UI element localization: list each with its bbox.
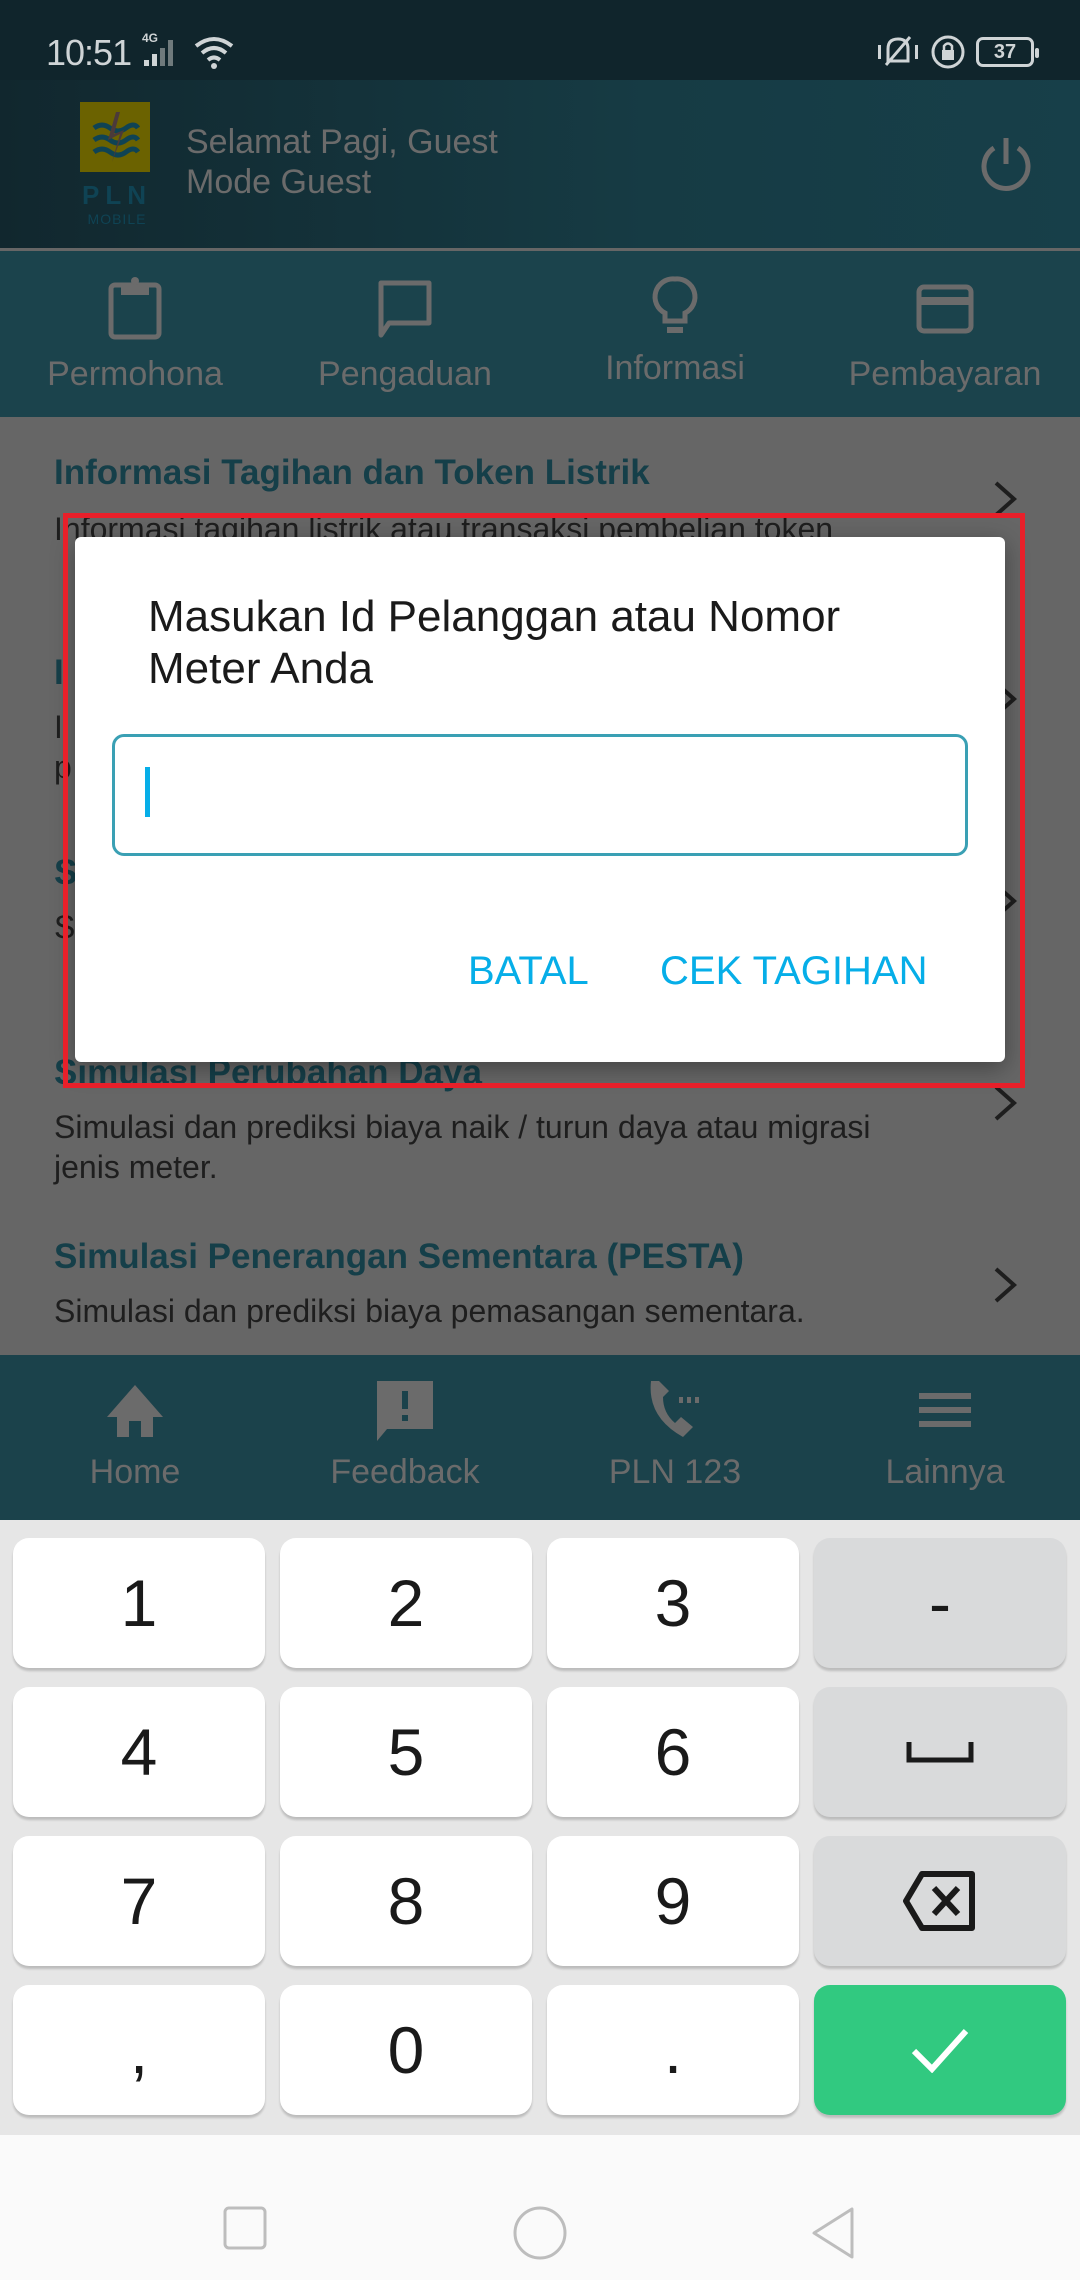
item-desc: Simulasi dan prediksi biaya naik / turun… — [54, 1109, 871, 1185]
tab-label: Permohona — [47, 355, 223, 393]
battery-level: 37 — [993, 40, 1017, 63]
home-icon — [107, 1385, 163, 1437]
rotation-lock-icon — [931, 35, 965, 69]
category-tabs: Permohona Pengaduan Informasi Pembayaran — [0, 251, 1080, 417]
clipboard-icon — [108, 277, 162, 340]
wifi-icon — [194, 37, 234, 69]
vibrate-mute-icon — [878, 36, 918, 66]
pln-logo: PLN MOBILE — [80, 102, 154, 227]
check-bill-button[interactable]: CEK TAGIHAN — [660, 949, 927, 994]
dialog-title: Masukan Id Pelanggan atau Nomor Meter An… — [148, 592, 841, 693]
nav-home[interactable]: Home — [0, 1355, 270, 1520]
key-enter[interactable] — [814, 1985, 1066, 2115]
lightbulb-icon — [652, 276, 698, 333]
nav-label: Feedback — [330, 1453, 480, 1491]
key-8[interactable]: 8 — [280, 1836, 532, 1966]
signal-icon: 4G — [142, 31, 173, 66]
item-title: S — [54, 853, 78, 892]
power-icon[interactable] — [978, 134, 1034, 194]
space-icon — [906, 1742, 974, 1763]
tab-pembayaran[interactable]: Pembayaran — [810, 251, 1080, 417]
mode-text: Mode Guest — [186, 163, 372, 201]
tab-pengaduan[interactable]: Pengaduan — [270, 251, 540, 417]
status-time: 10:51 — [46, 32, 132, 73]
key-dash[interactable]: - — [814, 1538, 1066, 1668]
system-nav-bar — [0, 2135, 1080, 2280]
nav-feedback[interactable]: Feedback — [270, 1355, 540, 1520]
tab-permohonan[interactable]: Permohona — [0, 251, 270, 417]
customer-id-dialog: Masukan Id Pelanggan atau Nomor Meter An… — [75, 537, 1005, 1062]
phone-icon — [650, 1381, 699, 1437]
key-1[interactable]: 1 — [13, 1538, 265, 1668]
key-5[interactable]: 5 — [280, 1687, 532, 1817]
tab-informasi[interactable]: Informasi — [540, 251, 810, 417]
logo-subtext: MOBILE — [87, 211, 147, 227]
greeting-text: Selamat Pagi, Guest — [186, 123, 498, 161]
item-title: Informasi Tagihan dan Token Listrik — [54, 453, 650, 492]
key-9[interactable]: 9 — [547, 1836, 799, 1966]
key-3[interactable]: 3 — [547, 1538, 799, 1668]
tab-label: Informasi — [605, 349, 745, 387]
key-space[interactable] — [814, 1687, 1066, 1817]
tab-label: Pengaduan — [318, 355, 492, 393]
greeting: Selamat Pagi, Guest Mode Guest — [186, 122, 498, 202]
credit-card-icon — [916, 284, 974, 334]
status-bar: 10:51 4G 37 — [0, 0, 1080, 80]
list-item[interactable]: Simulasi Penerangan Sementara (PESTA) Si… — [0, 1237, 1080, 1355]
item-title: I — [54, 653, 64, 692]
logo-text: PLN — [82, 180, 152, 210]
key-comma[interactable]: , — [13, 1985, 265, 2115]
item-title: Simulasi Penerangan Sementara (PESTA) — [54, 1237, 744, 1276]
nav-label: Lainnya — [885, 1453, 1005, 1491]
recents-icon[interactable] — [222, 2205, 268, 2251]
chat-bubble-icon — [378, 280, 432, 338]
key-backspace[interactable] — [814, 1836, 1066, 1966]
back-icon[interactable] — [808, 2205, 858, 2261]
app-header — [0, 80, 1080, 248]
nav-label: PLN 123 — [608, 1453, 742, 1491]
nav-pln123[interactable]: PLN 123 — [540, 1355, 810, 1520]
bottom-nav: Home Feedback PLN 123 Lainnya — [0, 1355, 1080, 1520]
chevron-right-icon — [994, 1085, 1018, 1121]
key-2[interactable]: 2 — [280, 1538, 532, 1668]
svg-text:4G: 4G — [142, 31, 158, 45]
cancel-button[interactable]: BATAL — [468, 949, 589, 994]
menu-icon — [919, 1393, 971, 1427]
item-desc: Simulasi dan prediksi biaya pemasangan s… — [54, 1293, 805, 1329]
chevron-right-icon — [994, 481, 1018, 517]
customer-id-input[interactable] — [112, 734, 968, 856]
battery-icon: 37 — [976, 37, 1039, 67]
text-caret — [145, 767, 150, 817]
key-period[interactable]: . — [547, 1985, 799, 2115]
nav-lainnya[interactable]: Lainnya — [810, 1355, 1080, 1520]
home-button-icon[interactable] — [512, 2205, 568, 2261]
key-0[interactable]: 0 — [280, 1985, 532, 2115]
numeric-keyboard: 1 2 3 - 4 5 6 7 8 9 , 0 . — [0, 1520, 1080, 2135]
tab-label: Pembayaran — [848, 355, 1042, 393]
key-6[interactable]: 6 — [547, 1687, 799, 1817]
lightning-waves-icon — [92, 112, 141, 162]
feedback-icon — [377, 1381, 433, 1441]
chevron-right-icon — [994, 1267, 1018, 1303]
key-4[interactable]: 4 — [13, 1687, 265, 1817]
key-7[interactable]: 7 — [13, 1836, 265, 1966]
backspace-icon — [903, 1871, 975, 1931]
checkmark-icon — [911, 2028, 969, 2073]
nav-label: Home — [89, 1453, 181, 1491]
